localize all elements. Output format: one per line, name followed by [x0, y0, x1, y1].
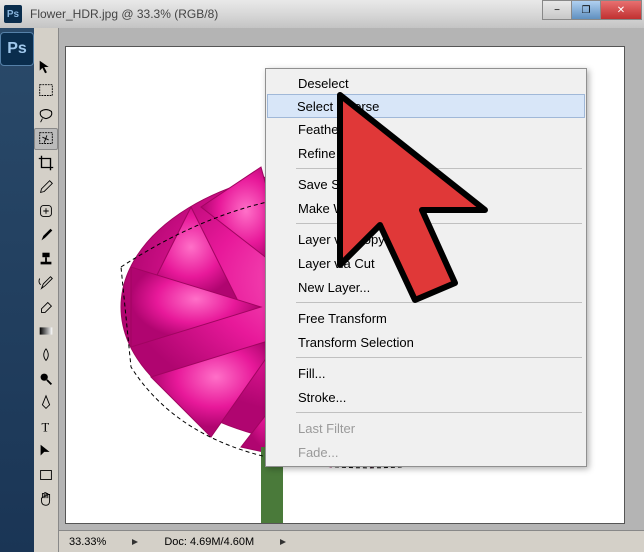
tools-panel: T [34, 28, 59, 552]
dodge-tool-icon[interactable] [34, 368, 58, 390]
menu-item-feather[interactable]: Feather... [268, 117, 584, 141]
move-tool-icon[interactable] [34, 56, 58, 78]
menu-item-fill[interactable]: Fill... [268, 361, 584, 385]
status-arrow-icon-2[interactable] [278, 537, 288, 547]
menu-separator [296, 168, 582, 169]
svg-text:T: T [42, 421, 50, 435]
menu-item-layer-via-copy[interactable]: Layer via Copy [268, 227, 584, 251]
lasso-tool-icon[interactable] [34, 104, 58, 126]
titlebar: Ps Flower_HDR.jpg @ 33.3% (RGB/8) − ❐ ✕ [0, 0, 644, 28]
crop-tool-icon[interactable] [34, 152, 58, 174]
status-bar: 33.33% Doc: 4.69M/4.60M [59, 530, 644, 552]
ps-small-icon: Ps [4, 5, 22, 23]
menu-item-last-filter: Last Filter [268, 416, 584, 440]
menu-item-transform-selection[interactable]: Transform Selection [268, 330, 584, 354]
menu-item-free-transform[interactable]: Free Transform [268, 306, 584, 330]
context-menu: DeselectSelect InverseFeather...Refine E… [265, 68, 587, 467]
clone-stamp-tool-icon[interactable] [34, 248, 58, 270]
blur-tool-icon[interactable] [34, 344, 58, 366]
type-tool-icon[interactable]: T [34, 416, 58, 438]
menu-separator [296, 412, 582, 413]
menu-item-save-selection[interactable]: Save Selection... [268, 172, 584, 196]
hand-tool-icon[interactable] [34, 488, 58, 510]
pen-tool-icon[interactable] [34, 392, 58, 414]
close-button[interactable]: ✕ [600, 0, 642, 20]
menu-item-new-layer[interactable]: New Layer... [268, 275, 584, 299]
zoom-level[interactable]: 33.33% [69, 536, 106, 548]
menu-separator [296, 302, 582, 303]
minimize-button[interactable]: − [542, 0, 572, 20]
menu-separator [296, 223, 582, 224]
window-controls: − ❐ ✕ [543, 0, 642, 20]
left-app-strip: Ps [0, 28, 34, 552]
menu-item-select-inverse[interactable]: Select Inverse [267, 94, 585, 118]
ps-logo-icon: Ps [0, 32, 34, 66]
history-brush-tool-icon[interactable] [34, 272, 58, 294]
brush-tool-icon[interactable] [34, 224, 58, 246]
menu-item-fade: Fade... [268, 440, 584, 464]
menu-item-make-work-path[interactable]: Make Work Path... [268, 196, 584, 220]
marquee-tool-icon[interactable] [34, 80, 58, 102]
menu-item-refine-edge[interactable]: Refine Edge... [268, 141, 584, 165]
menu-item-stroke[interactable]: Stroke... [268, 385, 584, 409]
gradient-tool-icon[interactable] [34, 320, 58, 342]
status-arrow-icon[interactable] [130, 537, 140, 547]
menu-separator [296, 357, 582, 358]
doc-size-info: Doc: 4.69M/4.60M [164, 536, 254, 548]
shape-tool-icon[interactable] [34, 464, 58, 486]
menu-item-layer-via-cut[interactable]: Layer via Cut [268, 251, 584, 275]
eraser-tool-icon[interactable] [34, 296, 58, 318]
magic-wand-tool-icon[interactable] [34, 128, 58, 150]
menu-item-deselect[interactable]: Deselect [268, 71, 584, 95]
healing-brush-tool-icon[interactable] [34, 200, 58, 222]
path-select-tool-icon[interactable] [34, 440, 58, 462]
maximize-button[interactable]: ❐ [571, 0, 601, 20]
eyedropper-tool-icon[interactable] [34, 176, 58, 198]
document-title: Flower_HDR.jpg @ 33.3% (RGB/8) [30, 7, 218, 21]
